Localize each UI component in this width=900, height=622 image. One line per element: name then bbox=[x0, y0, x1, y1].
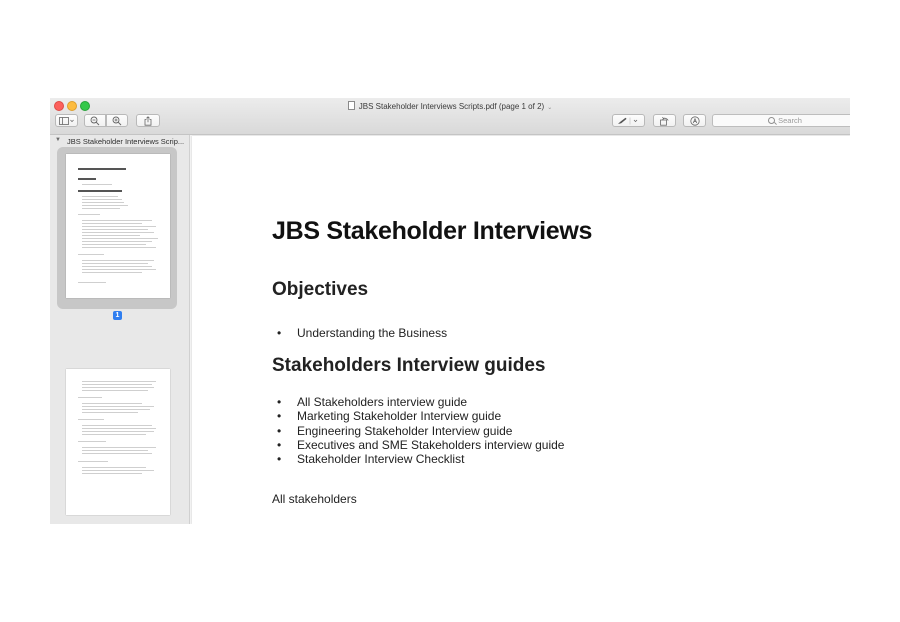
guides-heading: Stakeholders Interview guides bbox=[272, 355, 546, 376]
page-thumbnail-2[interactable] bbox=[66, 369, 170, 515]
preview-window: JBS Stakeholder Interviews Scripts.pdf (… bbox=[50, 98, 850, 524]
selected-page-number-badge: 1 bbox=[113, 311, 122, 320]
thumbnail-sidebar: ▼ JBS Stakeholder Interviews Scrip... 1 bbox=[50, 135, 190, 524]
zoom-in-button[interactable] bbox=[106, 114, 128, 127]
rotate-icon bbox=[660, 116, 669, 126]
sidebar-document-label: JBS Stakeholder Interviews Scrip... bbox=[67, 136, 185, 146]
list-item: Executives and SME Stakeholders intervie… bbox=[272, 438, 564, 453]
sidebar-header[interactable]: ▼ JBS Stakeholder Interviews Scrip... bbox=[50, 135, 190, 147]
list-item: Marketing Stakeholder Interview guide bbox=[272, 409, 564, 424]
search-icon bbox=[768, 117, 776, 124]
page-thumbnail-1[interactable] bbox=[66, 154, 170, 298]
pdf-document-icon bbox=[347, 101, 355, 110]
share-button[interactable] bbox=[136, 114, 160, 127]
guides-list: All Stakeholders interview guide Marketi… bbox=[272, 395, 564, 467]
window-title[interactable]: JBS Stakeholder Interviews Scripts.pdf (… bbox=[50, 101, 850, 111]
document-title: JBS Stakeholder Interviews bbox=[272, 217, 593, 245]
objectives-list: Understanding the Business bbox=[272, 326, 447, 341]
window-title-text: JBS Stakeholder Interviews Scripts.pdf (… bbox=[358, 102, 545, 111]
rotate-button[interactable] bbox=[653, 114, 676, 127]
markup-icon bbox=[689, 115, 700, 126]
document-view[interactable]: JBS Stakeholder Interviews Objectives Un… bbox=[190, 135, 850, 524]
zoom-out-button[interactable] bbox=[84, 114, 106, 127]
sidebar-toggle-button[interactable] bbox=[55, 114, 78, 127]
disclosure-triangle-icon[interactable]: ▼ bbox=[55, 137, 61, 143]
section-text: All stakeholders bbox=[272, 492, 357, 506]
zoom-in-icon bbox=[112, 116, 122, 125]
list-item: Understanding the Business bbox=[272, 326, 447, 341]
title-bar: JBS Stakeholder Interviews Scripts.pdf (… bbox=[50, 98, 850, 135]
markup-toolbar-button[interactable] bbox=[612, 114, 645, 127]
list-item: Stakeholder Interview Checklist bbox=[272, 452, 564, 467]
pdf-page-1: JBS Stakeholder Interviews Objectives Un… bbox=[192, 136, 850, 524]
annotate-button[interactable] bbox=[683, 114, 706, 127]
pen-icon bbox=[617, 117, 637, 124]
chevron-down-icon: ⌄ bbox=[547, 105, 553, 111]
search-field[interactable]: Search bbox=[712, 114, 850, 127]
search-placeholder: Search bbox=[778, 116, 802, 125]
list-item: Engineering Stakeholder Interview guide bbox=[272, 424, 564, 439]
objectives-heading: Objectives bbox=[272, 279, 369, 300]
zoom-out-icon bbox=[90, 116, 100, 125]
share-icon bbox=[144, 115, 152, 126]
list-item: All Stakeholders interview guide bbox=[272, 395, 564, 410]
sidebar-toggle-icon bbox=[58, 116, 74, 125]
